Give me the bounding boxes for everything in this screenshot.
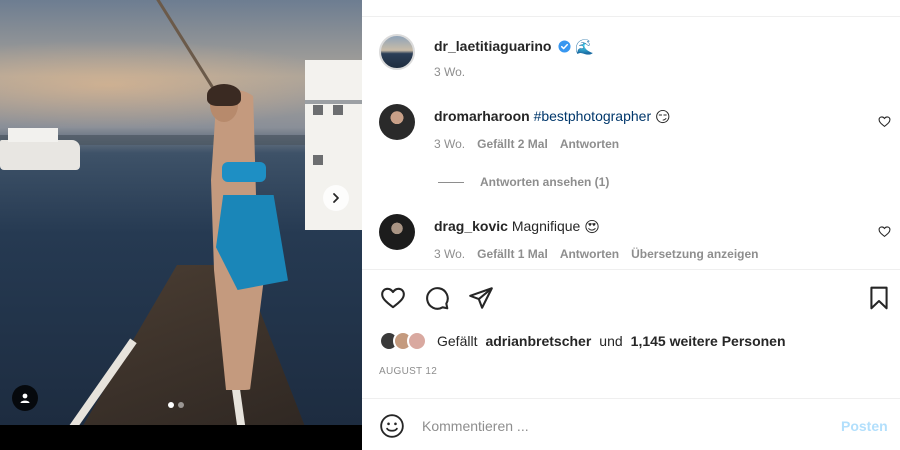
comment-emoji: 😏 — [655, 108, 671, 126]
photo-letterbox — [0, 425, 362, 450]
post-time[interactable]: 3 Wo. — [434, 65, 465, 79]
commenter-avatar[interactable] — [379, 104, 415, 140]
comment-row: drag_kovic Magnifique 😍 — [434, 217, 600, 236]
tagged-users-button[interactable] — [12, 385, 38, 411]
likes-summary: Gefällt adrianbretscher und 1,145 weiter… — [379, 331, 786, 351]
carousel-dot — [168, 402, 174, 408]
author-username[interactable]: dr_laetitiaguarino — [434, 38, 551, 54]
reply-button[interactable]: Antworten — [560, 247, 619, 261]
comment-like-heart-icon[interactable] — [878, 225, 891, 238]
photo-boat — [0, 128, 80, 170]
replies-line — [438, 181, 464, 183]
hashtag-link[interactable]: #bestphotographer — [534, 108, 652, 124]
view-replies-label: Antworten ansehen (1) — [480, 175, 610, 189]
likes-middle: und — [599, 333, 623, 349]
author-row: dr_laetitiaguarino 🌊 — [434, 37, 594, 56]
comment-meta: 3 Wo. Gefällt 1 Mal Antworten Übersetzun… — [434, 247, 759, 261]
commenter-avatar[interactable] — [379, 214, 415, 250]
reply-button[interactable]: Antworten — [560, 137, 619, 151]
comment-likes[interactable]: Gefällt 1 Mal — [477, 247, 548, 261]
photo-deck — [60, 265, 320, 425]
comment-row: dromarharoon #bestphotographer 😏 — [434, 107, 671, 126]
photo-top — [222, 162, 266, 182]
divider — [362, 398, 900, 399]
liker-username[interactable]: adrianbretscher — [485, 333, 591, 349]
post-photo[interactable] — [0, 0, 362, 425]
author-meta: 3 Wo. — [434, 65, 465, 79]
view-replies-button[interactable]: Antworten ansehen (1) — [438, 175, 609, 189]
comment-username[interactable]: drag_kovic — [434, 218, 508, 234]
likes-count[interactable]: 1,145 weitere Personen — [631, 333, 786, 349]
post-comment-button[interactable]: Posten — [841, 418, 888, 434]
comment-icon[interactable] — [424, 285, 450, 311]
comment-text: Magnifique — [511, 218, 581, 234]
carousel-dot — [178, 402, 184, 408]
likes-prefix: Gefällt — [437, 333, 478, 349]
post-date[interactable]: AUGUST 12 — [379, 366, 437, 377]
post-dialog: dr_laetitiaguarino 🌊 3 Wo. dromarharoon … — [0, 0, 900, 450]
divider — [362, 16, 900, 17]
chevron-right-icon — [333, 193, 339, 203]
carousel-dots — [168, 402, 184, 408]
comments-pane: dr_laetitiaguarino 🌊 3 Wo. dromarharoon … — [362, 0, 900, 450]
comment-meta: 3 Wo. Gefällt 2 Mal Antworten — [434, 137, 619, 151]
next-slide-button[interactable] — [323, 185, 349, 211]
comment-emoji: 😍 — [584, 218, 600, 236]
liker-avatar — [407, 331, 427, 351]
divider — [362, 269, 900, 270]
emoji-icon[interactable] — [379, 413, 405, 439]
share-icon[interactable] — [468, 285, 494, 311]
verified-badge-icon — [558, 40, 571, 53]
author-avatar[interactable] — [379, 34, 415, 70]
comment-likes[interactable]: Gefällt 2 Mal — [477, 137, 548, 151]
liker-avatars[interactable] — [379, 331, 427, 351]
translate-button[interactable]: Übersetzung anzeigen — [631, 247, 758, 261]
comment-time[interactable]: 3 Wo. — [434, 247, 465, 261]
user-tag-icon — [20, 393, 30, 403]
comment-username[interactable]: dromarharoon — [434, 108, 530, 124]
comment-like-heart-icon[interactable] — [878, 115, 891, 128]
heart-icon[interactable] — [380, 285, 406, 311]
bookmark-icon[interactable] — [866, 285, 892, 311]
comment-input[interactable] — [422, 415, 822, 437]
author-emoji: 🌊 — [575, 38, 594, 56]
photo-hair — [207, 84, 241, 106]
comment-time[interactable]: 3 Wo. — [434, 137, 465, 151]
